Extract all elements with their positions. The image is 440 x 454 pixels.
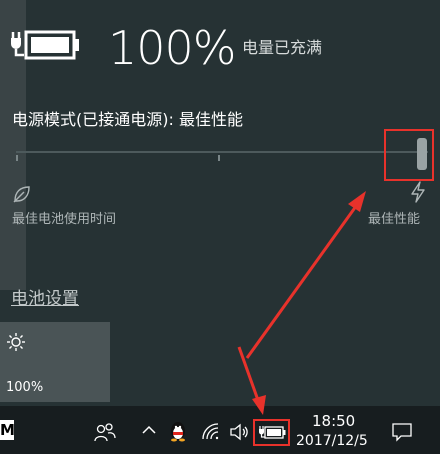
annotation-arrows	[237, 191, 366, 415]
